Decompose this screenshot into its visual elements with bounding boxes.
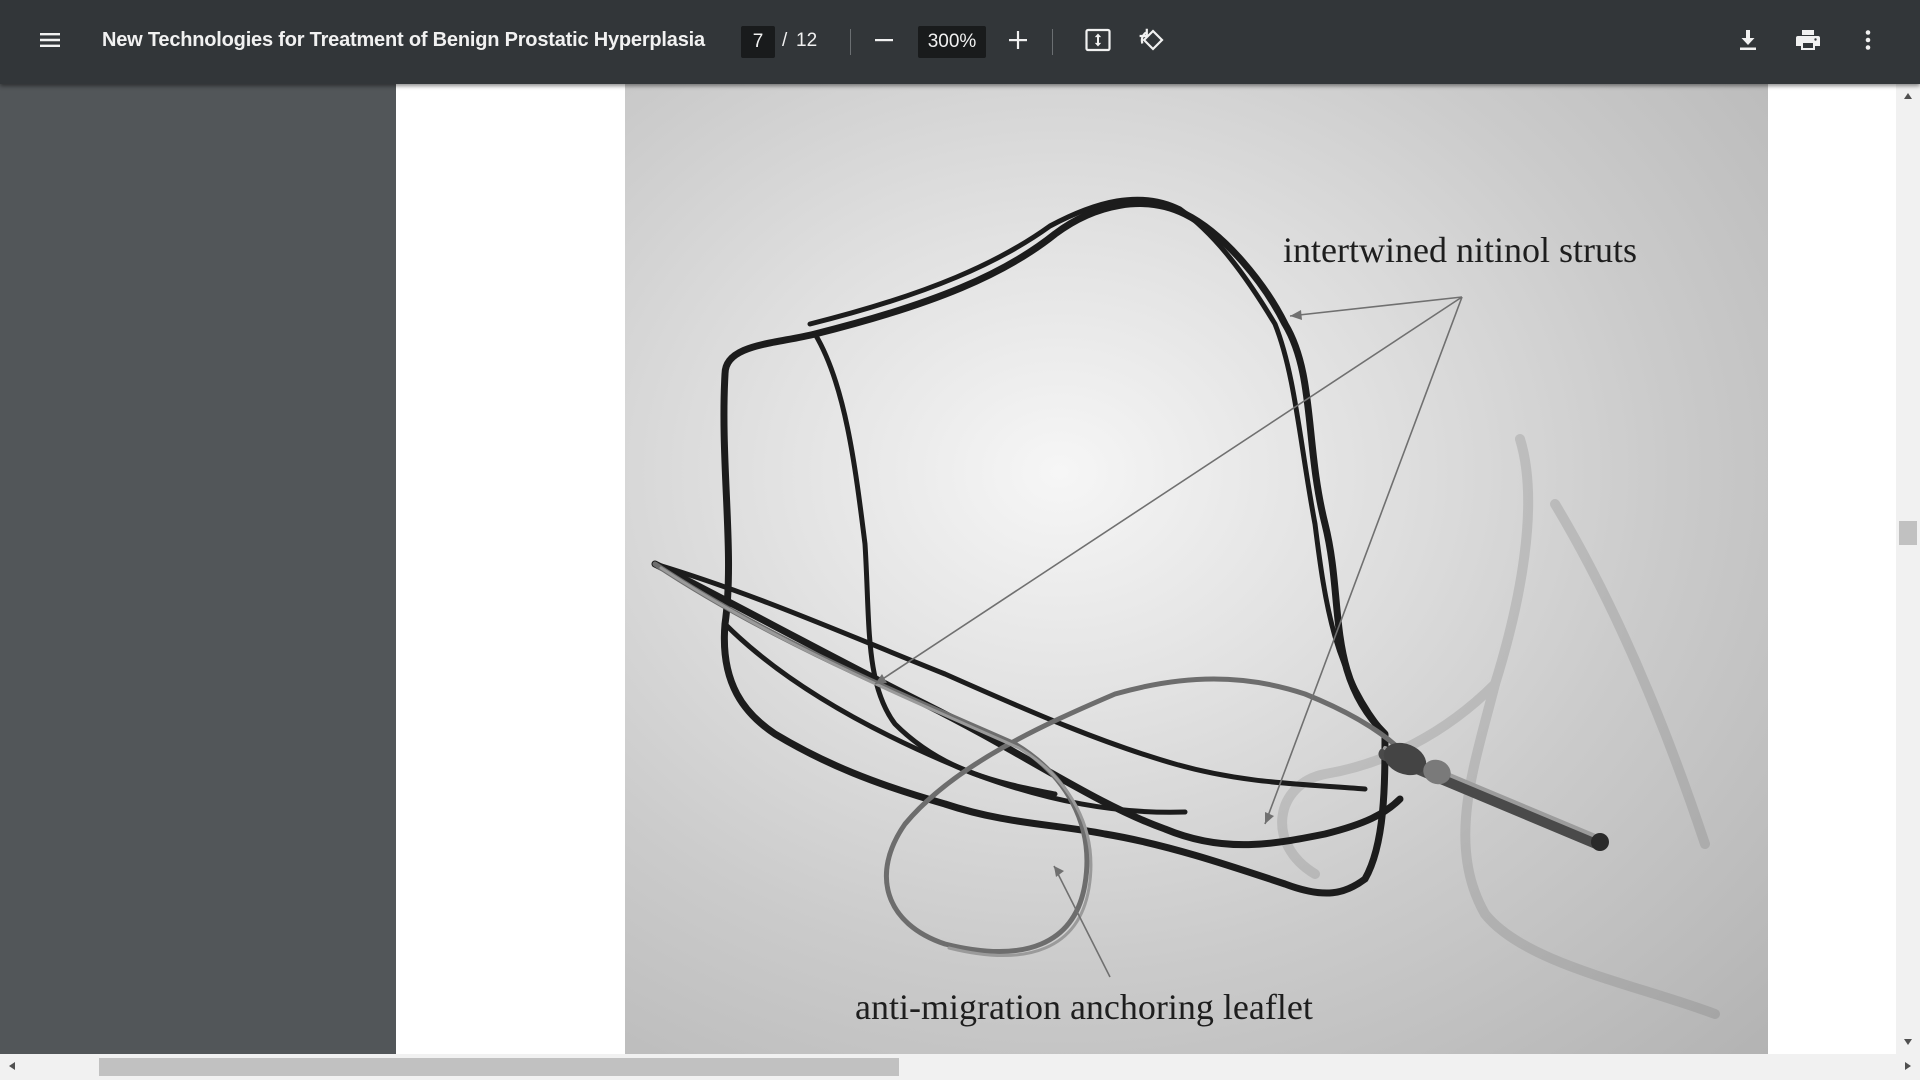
- document-viewer[interactable]: intertwined nitinol struts anti-migratio…: [0, 84, 1920, 1080]
- more-actions-button[interactable]: [1846, 20, 1890, 64]
- rotate-button[interactable]: [1129, 20, 1173, 64]
- horizontal-scrollbar[interactable]: [0, 1054, 1920, 1080]
- arrow-up-icon: [1903, 87, 1913, 105]
- scroll-right-button[interactable]: [1896, 1054, 1920, 1080]
- pdf-toolbar: New Technologies for Treatment of Benign…: [0, 0, 1920, 84]
- page-separator: /: [782, 30, 788, 51]
- plus-icon: [1007, 29, 1029, 56]
- rotate-counterclockwise-icon: [1137, 26, 1165, 59]
- document-title: New Technologies for Treatment of Benign…: [102, 29, 705, 51]
- fit-to-page-icon: [1084, 26, 1112, 59]
- arrow-left-icon: [8, 1058, 16, 1076]
- print-icon: [1795, 27, 1821, 58]
- zoom-in-button[interactable]: [996, 20, 1040, 64]
- pdf-page: intertwined nitinol struts anti-migratio…: [396, 84, 1896, 1054]
- download-icon: [1736, 28, 1760, 57]
- scroll-down-button[interactable]: [1896, 1030, 1920, 1054]
- toolbar-divider: [1052, 29, 1053, 55]
- menu-icon: [38, 28, 62, 57]
- device-photograph: intertwined nitinol struts anti-migratio…: [625, 84, 1768, 1054]
- download-button[interactable]: [1726, 20, 1770, 64]
- fit-to-page-button[interactable]: [1076, 20, 1120, 64]
- arrow-down-icon: [1903, 1033, 1913, 1051]
- vertical-scroll-thumb[interactable]: [1899, 521, 1917, 546]
- vertical-scrollbar[interactable]: [1896, 84, 1920, 1054]
- arrow-right-icon: [1904, 1058, 1912, 1076]
- label-anchoring-leaflet: anti-migration anchoring leaflet: [855, 987, 1313, 1027]
- minus-icon: [873, 29, 895, 56]
- toolbar-divider: [850, 29, 851, 55]
- more-vertical-icon: [1856, 28, 1880, 57]
- scroll-left-button[interactable]: [0, 1054, 24, 1080]
- zoom-level-input[interactable]: [918, 26, 986, 58]
- print-button[interactable]: [1786, 20, 1830, 64]
- menu-button[interactable]: [28, 20, 72, 64]
- page-number-input[interactable]: [741, 26, 775, 58]
- horizontal-scroll-thumb[interactable]: [99, 1058, 900, 1076]
- scroll-up-button[interactable]: [1896, 84, 1920, 108]
- zoom-out-button[interactable]: [862, 20, 906, 64]
- total-pages: 12: [796, 30, 818, 51]
- label-intertwined-struts: intertwined nitinol struts: [1283, 230, 1637, 270]
